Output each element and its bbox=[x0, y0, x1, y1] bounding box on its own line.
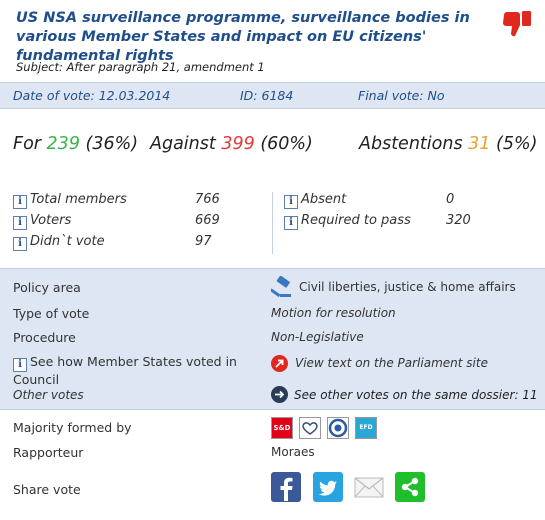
stat-required: i Required to pass 320 bbox=[284, 213, 534, 233]
final-vote: Final vote: No bbox=[358, 88, 445, 103]
vote-subject: Subject: After paragraph 21, amendment 1 bbox=[16, 60, 265, 74]
abstentions-label: Abstentions bbox=[359, 134, 463, 154]
party-logo-epp[interactable] bbox=[299, 417, 321, 439]
email-icon bbox=[354, 477, 384, 498]
info-icon[interactable]: i bbox=[13, 237, 27, 251]
party-logo-sd[interactable]: S&D bbox=[271, 417, 293, 439]
share-icon bbox=[401, 477, 419, 497]
rapporteur-label: Rapporteur bbox=[13, 445, 84, 460]
twitter-share-button[interactable] bbox=[313, 472, 343, 502]
abstentions-count: 31 bbox=[468, 134, 491, 154]
vote-info-bar: Date of vote: 12.03.2014 ID: 6184 Final … bbox=[0, 82, 545, 109]
rapporteur-value[interactable]: Moraes bbox=[271, 445, 315, 459]
against-percent: (60%) bbox=[260, 134, 313, 154]
parliament-link[interactable]: View text on the Parliament site bbox=[295, 356, 488, 370]
info-icon[interactable]: i bbox=[13, 195, 27, 209]
info-icon[interactable]: i bbox=[13, 216, 27, 230]
against-count: 399 bbox=[221, 134, 255, 154]
vote-date: Date of vote: 12.03.2014 bbox=[13, 88, 171, 103]
for-count: 239 bbox=[46, 134, 80, 154]
facebook-share-button[interactable] bbox=[271, 472, 301, 502]
vote-id: ID: 6184 bbox=[240, 88, 294, 103]
info-icon[interactable]: i bbox=[284, 195, 298, 209]
policy-area-value[interactable]: Civil liberties, justice & home affairs bbox=[299, 280, 516, 294]
stat-total-members: i Total members 766 bbox=[13, 192, 263, 212]
stat-value: 97 bbox=[195, 234, 212, 249]
for-total: For 239 (36%) bbox=[13, 134, 138, 154]
stat-label: Required to pass bbox=[301, 213, 411, 228]
party-logo-efd[interactable]: EFD bbox=[355, 417, 377, 439]
procedure-value: Non-Legislative bbox=[271, 330, 364, 344]
vote-totals: For 239 (36%) Against 399 (60%) Abstenti… bbox=[0, 134, 545, 164]
share-label: Share vote bbox=[13, 482, 81, 497]
vote-details: Policy area Civil liberties, justice & h… bbox=[0, 268, 545, 410]
stats-divider bbox=[272, 192, 273, 254]
other-votes-label: Other votes bbox=[13, 388, 84, 402]
external-link-icon bbox=[271, 355, 288, 372]
stat-absent: i Absent 0 bbox=[284, 192, 534, 212]
circle-logo-icon bbox=[328, 418, 348, 438]
for-label: For bbox=[13, 134, 41, 154]
against-label: Against bbox=[150, 134, 216, 154]
type-of-vote-value: Motion for resolution bbox=[271, 306, 396, 320]
stat-label: Voters bbox=[30, 213, 72, 228]
policy-area-label: Policy area bbox=[13, 280, 81, 295]
share-button[interactable] bbox=[395, 472, 425, 502]
stat-label: Didn`t vote bbox=[30, 234, 105, 249]
other-votes-link[interactable]: See other votes on the same dossier: 11 bbox=[294, 388, 538, 402]
stat-value: 320 bbox=[446, 213, 471, 228]
thumbs-down-icon bbox=[503, 11, 531, 37]
info-icon: i bbox=[13, 358, 27, 372]
stat-label: Absent bbox=[301, 192, 347, 207]
email-share-button[interactable] bbox=[354, 472, 384, 502]
type-of-vote-label: Type of vote bbox=[13, 306, 90, 321]
facebook-icon bbox=[280, 477, 293, 501]
arrow-right-icon bbox=[271, 386, 288, 403]
stat-value: 0 bbox=[446, 192, 455, 207]
stat-didnt-vote: i Didn`t vote 97 bbox=[13, 234, 263, 254]
gavel-icon bbox=[271, 276, 291, 298]
majority-label: Majority formed by bbox=[13, 420, 132, 435]
stat-voters: i Voters 669 bbox=[13, 213, 263, 233]
against-total: Against 399 (60%) bbox=[150, 134, 313, 154]
vote-title: US NSA surveillance programme, surveilla… bbox=[16, 10, 470, 64]
member-states-link[interactable]: i See how Member States voted in Council bbox=[13, 354, 243, 387]
abstentions-percent: (5%) bbox=[496, 134, 538, 154]
stat-value: 766 bbox=[195, 192, 220, 207]
party-logo-alde[interactable] bbox=[327, 417, 349, 439]
stat-label: Total members bbox=[30, 192, 127, 207]
abstentions-total: Abstentions 31 (5%) bbox=[359, 134, 537, 154]
info-icon[interactable]: i bbox=[284, 216, 298, 230]
member-states-link-text: See how Member States voted in Council bbox=[13, 354, 237, 387]
twitter-icon bbox=[318, 480, 337, 496]
stat-value: 669 bbox=[195, 213, 220, 228]
procedure-label: Procedure bbox=[13, 330, 76, 345]
vote-header: US NSA surveillance programme, surveilla… bbox=[0, 0, 545, 84]
for-percent: (36%) bbox=[85, 134, 139, 154]
heart-logo-icon bbox=[302, 422, 318, 435]
